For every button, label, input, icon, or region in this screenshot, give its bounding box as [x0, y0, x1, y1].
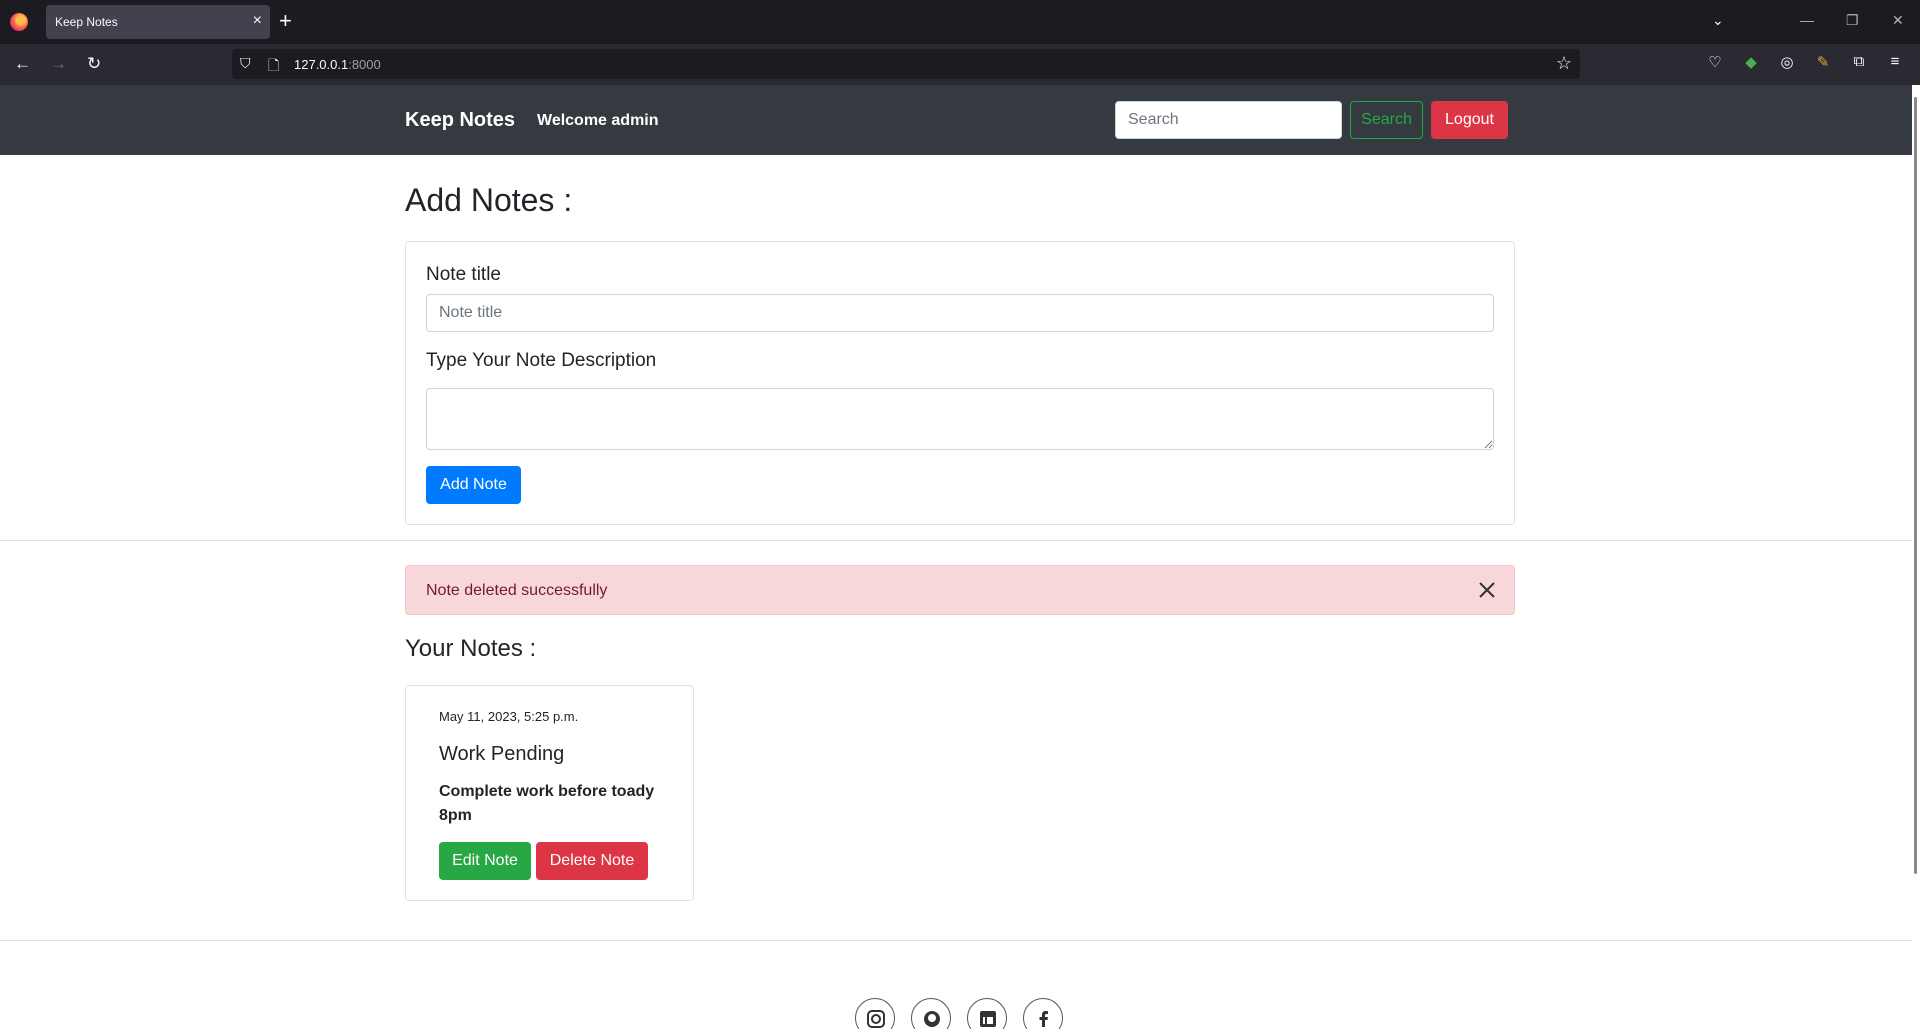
new-tab-icon[interactable]: +	[279, 9, 292, 33]
note-description-textarea[interactable]	[426, 388, 1494, 450]
minimize-icon[interactable]: —	[1800, 12, 1814, 28]
cookie-icon[interactable]: ◎	[1777, 53, 1797, 71]
bookmark-star-icon[interactable]: ☆	[1556, 53, 1572, 74]
note-date: May 11, 2023, 5:25 p.m.	[439, 709, 579, 724]
add-note-form: Note title Type Your Note Description Ad…	[405, 241, 1515, 525]
url-bar[interactable]: ⛉ 🗋 127.0.0.1:8000 ☆	[232, 49, 1580, 79]
reload-icon[interactable]: ↻	[87, 54, 101, 74]
notes-section-title: Your Notes :	[405, 635, 537, 662]
note-description: Complete work before toady 8pm	[439, 783, 655, 824]
add-note-button[interactable]: Add Note	[426, 466, 521, 504]
instagram-icon[interactable]	[855, 998, 895, 1029]
back-icon[interactable]: ←	[14, 54, 31, 74]
tab-close-icon[interactable]: ×	[253, 12, 262, 30]
forward-icon[interactable]: →	[50, 54, 67, 74]
pocket-icon[interactable]: ♡	[1705, 53, 1725, 71]
success-alert: Note deleted successfully	[405, 565, 1515, 615]
note-description-label: Type Your Note Description	[426, 350, 657, 371]
logout-button[interactable]: Logout	[1431, 101, 1508, 139]
search-input[interactable]	[1115, 101, 1342, 139]
shield-icon[interactable]: ⛉	[240, 55, 251, 72]
brand-link[interactable]: Keep Notes	[405, 109, 515, 132]
welcome-text: Welcome admin	[537, 112, 659, 129]
site-navbar: Keep Notes Welcome admin Search Logout	[0, 85, 1912, 155]
menu-hamburger-icon[interactable]: ≡	[1885, 53, 1905, 70]
tab-list-chevron-icon[interactable]: ⌄	[1712, 12, 1724, 29]
firefox-logo-icon	[10, 13, 28, 31]
window-close-icon[interactable]: ✕	[1892, 12, 1904, 29]
linkedin-icon[interactable]	[967, 998, 1007, 1029]
facebook-icon[interactable]	[1023, 998, 1063, 1029]
note-card: May 11, 2023, 5:25 p.m. Work Pending Com…	[405, 685, 694, 901]
page-title: Add Notes :	[405, 182, 573, 218]
scrollbar-thumb[interactable]	[1914, 97, 1917, 874]
browser-toolbar: ← → ↻ ⛉ 🗋 127.0.0.1:8000 ☆ ♡ ◆ ◎ ✎ ⧉ ≡	[0, 44, 1920, 85]
alert-message: Note deleted successfully	[426, 582, 608, 599]
extension-colorful-icon[interactable]: ◆	[1741, 53, 1761, 71]
extension-pen-icon[interactable]: ✎	[1813, 53, 1833, 71]
search-button[interactable]: Search	[1350, 101, 1423, 139]
note-title-input[interactable]	[426, 294, 1494, 332]
close-icon[interactable]	[1476, 579, 1498, 601]
extensions-puzzle-icon[interactable]: ⧉	[1849, 53, 1869, 70]
page-icon: 🗋	[268, 57, 280, 73]
footer-divider	[0, 940, 1912, 941]
page-scrollbar[interactable]	[1912, 85, 1920, 1029]
url-text[interactable]: 127.0.0.1:8000	[294, 57, 381, 72]
tab-title: Keep Notes	[55, 15, 118, 29]
browser-tab-bar: Keep Notes × + ⌄ — ❐ ✕	[0, 0, 1920, 44]
note-title-label: Note title	[426, 264, 501, 285]
note-title: Work Pending	[439, 743, 565, 765]
url-port: :8000	[348, 57, 381, 72]
divider	[0, 540, 1912, 541]
restore-icon[interactable]: ❐	[1846, 12, 1859, 29]
edit-note-button[interactable]: Edit Note	[439, 842, 531, 880]
url-host: 127.0.0.1	[294, 57, 349, 72]
github-icon[interactable]	[911, 998, 951, 1029]
browser-tab[interactable]: Keep Notes ×	[46, 5, 270, 39]
delete-note-button[interactable]: Delete Note	[536, 842, 648, 880]
